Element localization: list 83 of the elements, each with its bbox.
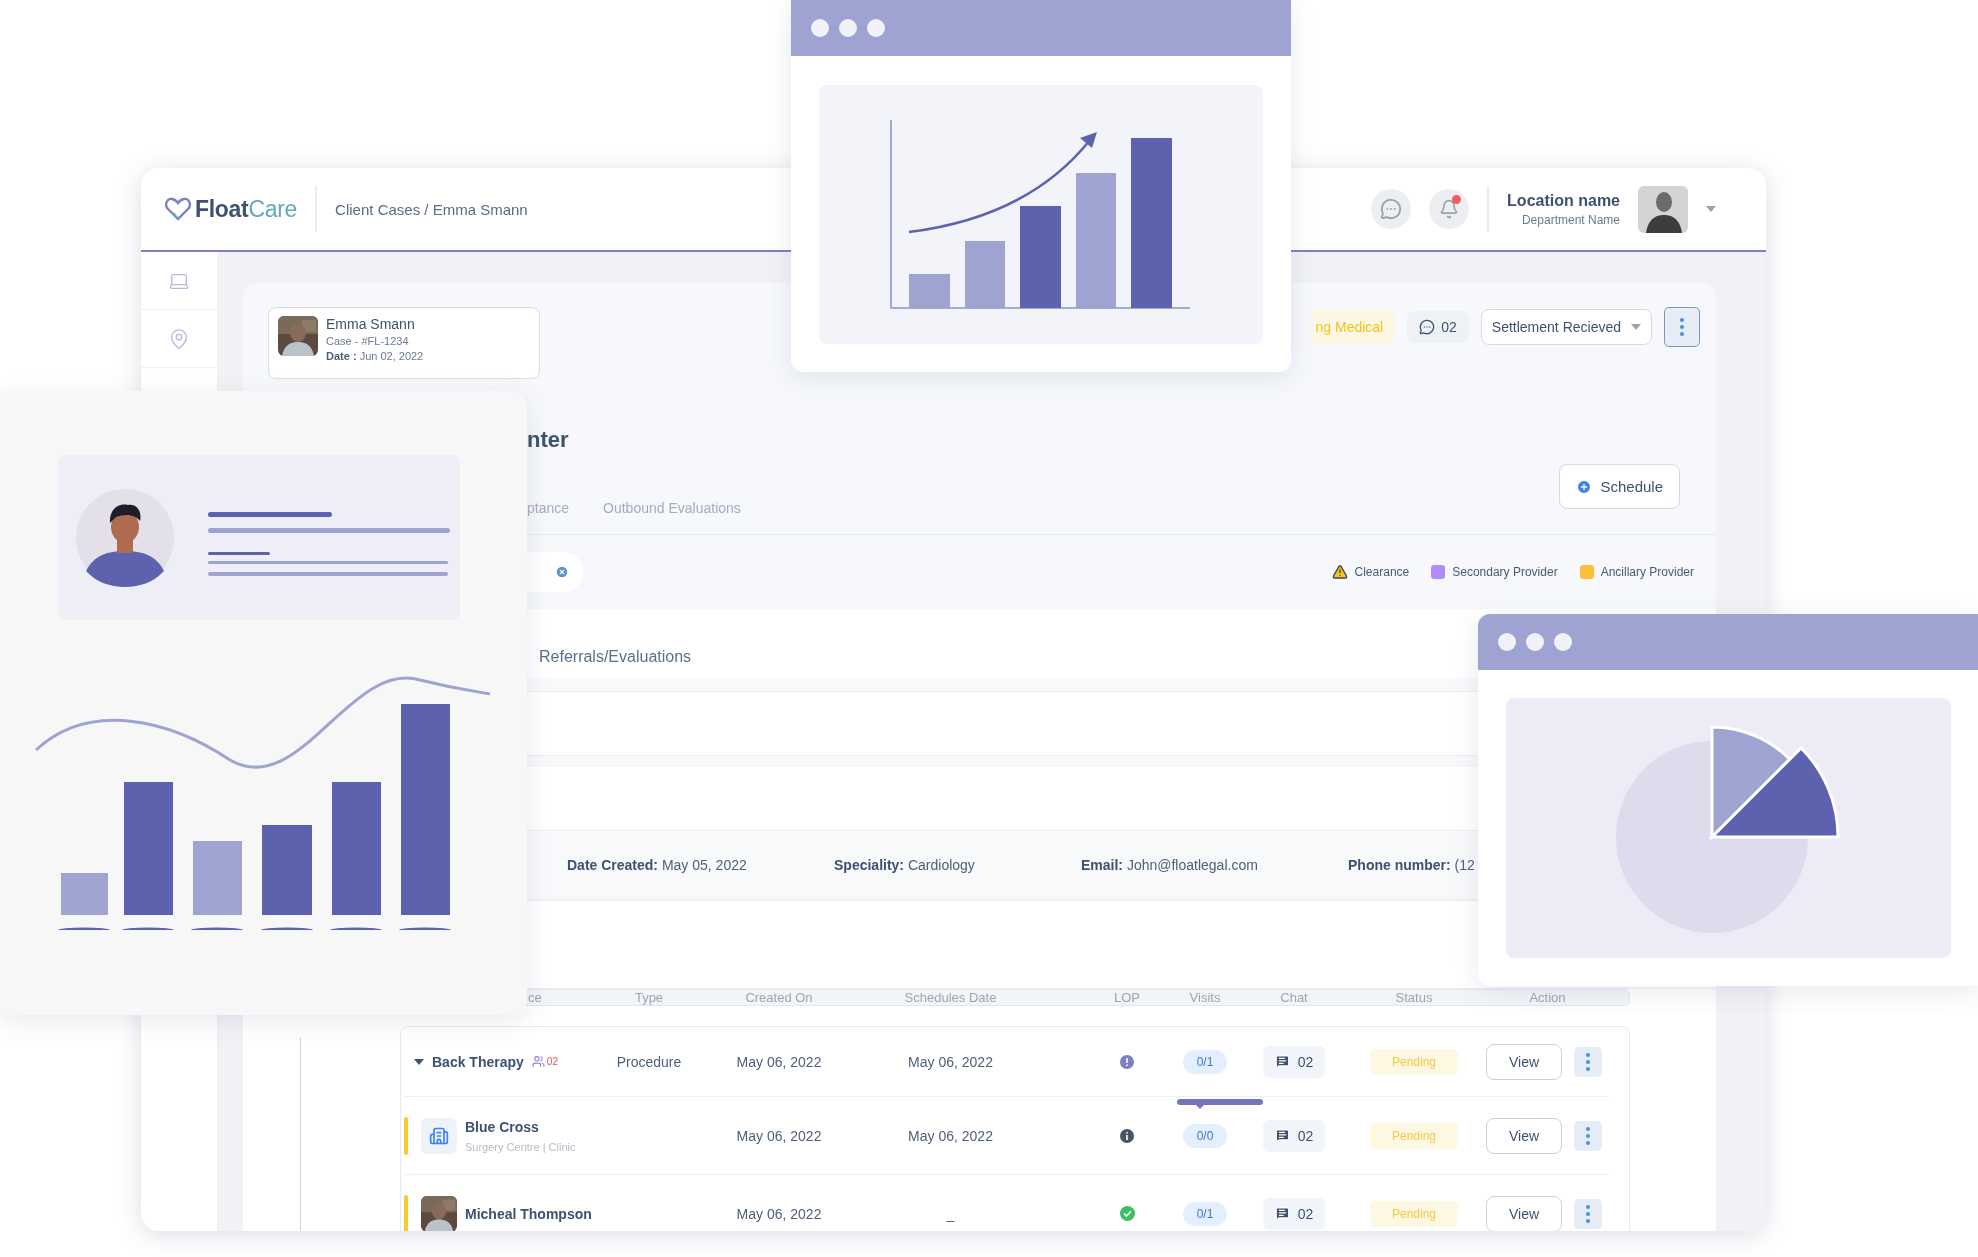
table-cell-text: _ [946, 1205, 956, 1222]
column-header: LOP [1114, 990, 1140, 1005]
schedule-button[interactable]: Schedule [1559, 464, 1680, 509]
column-header: ce [527, 990, 542, 1005]
view-button[interactable]: View [1486, 1043, 1563, 1080]
bar-shadow [58, 927, 110, 930]
page-heading: nter [527, 426, 570, 454]
chat-icon [1274, 1206, 1290, 1221]
table-cell-text: May 06, 2022 [908, 1053, 994, 1070]
chat-button[interactable] [1371, 189, 1412, 229]
more-button[interactable] [1664, 307, 1700, 347]
column-header: Action [1529, 990, 1566, 1005]
status-badge: Pending [1369, 1048, 1458, 1075]
column-header: Status [1395, 990, 1433, 1005]
chat-button[interactable]: 02 [1262, 1045, 1326, 1078]
legend-label: Secondary Provider [1452, 565, 1558, 579]
case-number: Case - #FL-1234 [326, 335, 410, 347]
provider-name: Blue Cross [465, 1118, 540, 1135]
column-header: Chat [1280, 990, 1308, 1005]
status-badge: Pending [1369, 1122, 1458, 1149]
clear-icon [555, 565, 569, 579]
caret-icon [1631, 324, 1641, 330]
chat-icon [1274, 1054, 1290, 1069]
status-badge: ng Medical [1310, 310, 1396, 344]
view-button[interactable]: View [1486, 1195, 1563, 1231]
visits-pill: 0/1 [1182, 1049, 1228, 1074]
caret-icon [1706, 206, 1716, 212]
provider-name: Micheal Thompson [465, 1205, 592, 1222]
table-cell: May 06, 2022 [736, 1053, 822, 1070]
bar-shadow [261, 927, 313, 930]
chart-bar [965, 241, 1005, 308]
section-title: Referrals/Evaluations [539, 647, 693, 667]
member-count: 02 [546, 1056, 558, 1067]
caret-icon [414, 1058, 424, 1065]
bar-shadow [330, 927, 382, 930]
chat-button[interactable]: 02 [1262, 1197, 1326, 1230]
provider-subtitle: Surgery Centre | Clinic [465, 1140, 576, 1153]
chart-bar [61, 873, 108, 915]
search-field[interactable] [527, 552, 583, 592]
more-button[interactable] [1574, 1198, 1603, 1229]
more-button[interactable] [1574, 1120, 1603, 1151]
chat-icon [1274, 1128, 1290, 1143]
detail-field: Speciality: Cardiology [834, 857, 1081, 873]
visits-pill: 0/1 [1182, 1201, 1228, 1226]
location-pin-icon [168, 327, 190, 350]
chart-bar [909, 274, 950, 308]
chat-count: 02 [1407, 311, 1469, 343]
logo-text: FloatCare [195, 195, 298, 223]
bar-shadow [122, 927, 174, 930]
column-header: Created On [745, 990, 813, 1005]
chat-button[interactable]: 02 [1262, 1119, 1326, 1152]
bar-shadow [191, 927, 243, 930]
view-button[interactable]: View [1486, 1117, 1563, 1154]
table-cell: May 06, 2022 [736, 1205, 822, 1222]
detail-field: Email: John@floatlegal.com [1081, 857, 1348, 873]
legend-label: Clearance [1354, 565, 1410, 579]
bell-icon [1439, 199, 1460, 219]
table-cell: May 06, 2022 [736, 1127, 822, 1144]
table-cell: Procedure [616, 1053, 682, 1070]
detail-field: Phone number: (12 [1348, 857, 1488, 873]
status-badge: Pending [1369, 1200, 1458, 1227]
table-cell-text: May 06, 2022 [908, 1127, 994, 1144]
heart-logo-icon [165, 197, 191, 221]
detail-field: Date Created: May 05, 2022 [567, 857, 834, 873]
case-date: Date : Jun 02, 2022 [326, 350, 424, 362]
chat-icon [1380, 198, 1403, 220]
notifications-button[interactable] [1429, 189, 1470, 229]
row-title: Back Therapy [432, 1053, 524, 1070]
chat-icon [1419, 319, 1436, 335]
more-button[interactable] [1574, 1046, 1603, 1077]
plus-icon [1576, 478, 1593, 495]
column-header: Visits [1189, 990, 1221, 1005]
warning-icon [1331, 564, 1348, 580]
legend-label: Ancillary Provider [1600, 565, 1694, 579]
status-select[interactable]: Settlement Recieved [1480, 309, 1652, 345]
people-icon [531, 1055, 545, 1068]
breadcrumb: Client Cases / Emma Smann [335, 200, 528, 218]
department-name: Department Name [1521, 212, 1620, 227]
location-name: Location name [1507, 191, 1620, 210]
client-name: Emma Smann [326, 316, 416, 332]
column-header: Schedules Date [904, 990, 998, 1005]
bar-shadow [399, 927, 451, 930]
column-header: Type [634, 990, 664, 1005]
